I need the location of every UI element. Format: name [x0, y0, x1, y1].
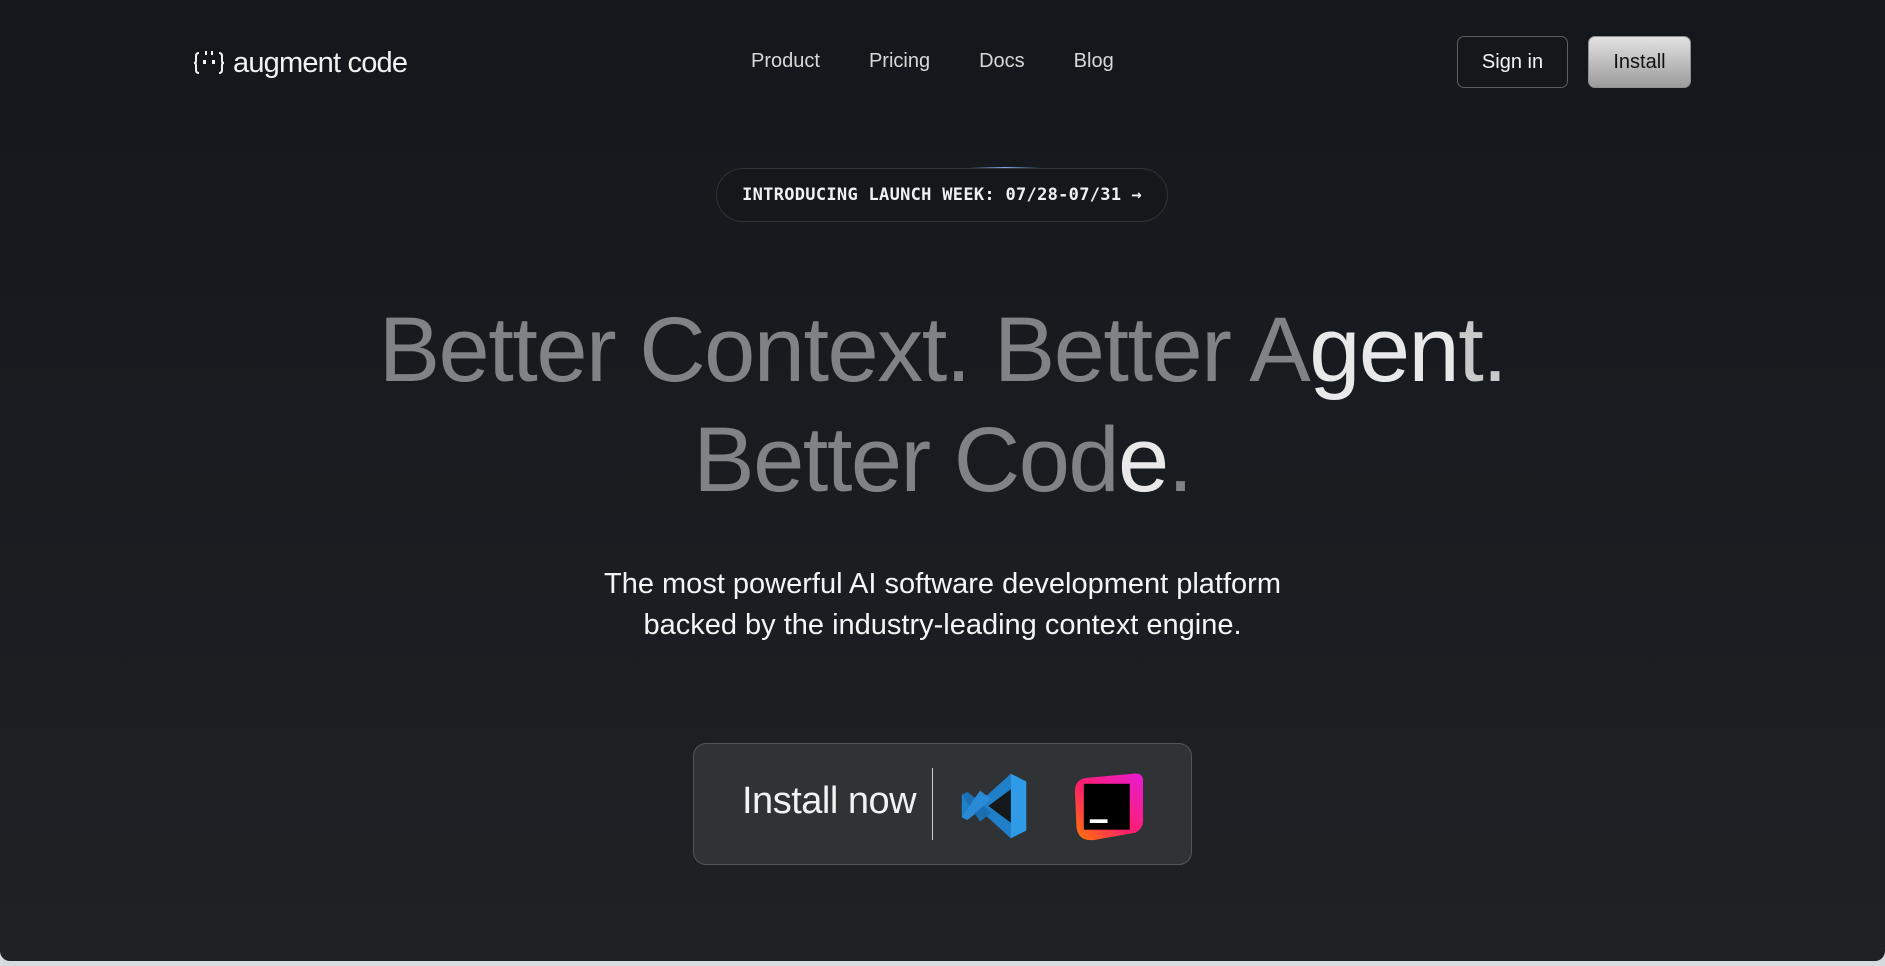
jetbrains-icon[interactable] [1072, 769, 1146, 843]
install-divider [932, 768, 933, 840]
nav-item-blog[interactable]: Blog [1074, 50, 1114, 73]
hero-line-1-end: t. [1458, 299, 1508, 401]
hero-subtitle: The most powerful AI software developmen… [0, 564, 1885, 646]
arrow-right-icon: → [1131, 185, 1142, 205]
subtitle-line-2: backed by the industry-leading context e… [643, 609, 1242, 641]
install-now-panel: Install now [693, 743, 1192, 865]
header-install-button[interactable]: Install [1588, 36, 1691, 88]
hero-line-1-highlight: gen [1309, 299, 1460, 401]
sign-in-button[interactable]: Sign in [1457, 36, 1568, 88]
vscode-icon[interactable] [959, 771, 1029, 841]
hero-line-2-dim: Better Cod [693, 409, 1119, 511]
brand-logo[interactable]: augment code [193, 44, 408, 82]
hero-line-1-dim: Better Context. Better A [378, 299, 1311, 401]
hero-line-1: Better Context. Better Agent. [0, 295, 1885, 405]
nav-item-pricing[interactable]: Pricing [869, 50, 930, 73]
announcement-pill[interactable]: INTRODUCING LAUNCH WEEK: 07/28-07/31 → [716, 168, 1168, 222]
hero-line-2-end: . [1167, 409, 1194, 511]
subtitle-line-1: The most powerful AI software developmen… [604, 568, 1281, 600]
page: augment code Product Pricing Docs Blog S… [0, 0, 1885, 961]
hero-line-2-highlight: e [1118, 409, 1169, 511]
nav-item-product[interactable]: Product [751, 50, 820, 73]
announcement-text: INTRODUCING LAUNCH WEEK: 07/28-07/31 [742, 185, 1122, 205]
hero-heading: Better Context. Better Agent. Better Cod… [0, 295, 1885, 515]
nav-item-docs[interactable]: Docs [979, 50, 1025, 73]
install-now-label: Install now [742, 780, 917, 822]
main-nav: Product Pricing Docs Blog [751, 50, 1114, 73]
brand-name: augment code [233, 46, 408, 79]
augment-logo-icon [193, 51, 225, 74]
hero-line-2: Better Code. [0, 405, 1885, 515]
